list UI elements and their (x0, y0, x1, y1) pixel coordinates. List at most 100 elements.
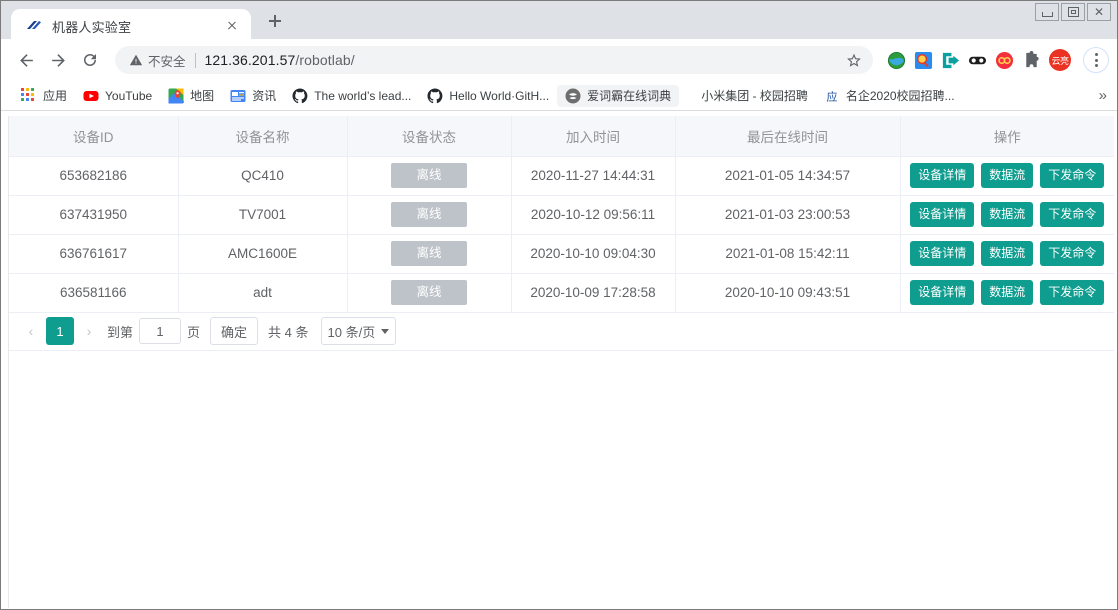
close-icon[interactable] (221, 15, 243, 37)
url-path: /robotlab/ (295, 52, 355, 68)
data-stream-button[interactable]: 数据流 (981, 280, 1034, 305)
cell-last-online: 2021-01-03 23:00:53 (675, 195, 901, 235)
bookmark-github-hello-world[interactable]: Hello World·GitH... (419, 85, 557, 107)
pagination-bar: ‹ 1 › 到第 页 确定 共 4 条 10 条/页 (9, 312, 1114, 351)
cell-operations: 设备详情 数据流 下发命令 (900, 273, 1114, 313)
apps-grid-icon (21, 87, 37, 104)
send-command-button[interactable]: 下发命令 (1040, 280, 1105, 305)
pagination-jump-prefix: 到第 (107, 324, 134, 340)
extensions-puzzle-icon[interactable] (1022, 50, 1041, 70)
data-stream-button[interactable]: 数据流 (981, 163, 1034, 188)
device-detail-button[interactable]: 设备详情 (910, 280, 975, 305)
column-header-last-online: 最后在线时间 (675, 116, 901, 157)
youtube-icon (83, 90, 99, 101)
globe-extension-icon[interactable] (887, 51, 906, 70)
new-tab-button[interactable] (261, 7, 289, 35)
maps-icon (168, 88, 185, 103)
table-row: 636761617 AMC1600E 离线 2020-10-10 09:04:30 20… (9, 234, 1114, 274)
iciba-icon (565, 88, 581, 103)
tab-title: 机器人实验室 (52, 19, 132, 35)
pagination-page-1[interactable]: 1 (46, 317, 74, 345)
page-content: 设备ID 设备名称 设备状态 加入时间 最后在线时间 操作 653682186 Q… (2, 116, 1116, 608)
table-body: 653682186 QC410 离线 2020-11-27 14:44:31 2021-… (9, 156, 1114, 313)
bookmark-star-icon[interactable] (841, 47, 867, 73)
bookmark-label: Hello World·GitH... (449, 88, 550, 103)
back-button[interactable] (11, 45, 41, 75)
device-table: 设备ID 设备名称 设备状态 加入时间 最后在线时间 操作 653682186 Q… (9, 116, 1114, 313)
column-header-device-status: 设备状态 (347, 116, 512, 157)
bookmark-label: 资讯 (252, 89, 277, 103)
cell-device-status: 离线 (347, 273, 512, 313)
minimize-button[interactable] (1035, 3, 1059, 21)
send-command-button[interactable]: 下发命令 (1040, 241, 1105, 266)
address-bar[interactable]: 不安全 121.36.201.57/robotlab/ (115, 46, 873, 74)
table-row: 637431950 TV7001 离线 2020-10-12 09:56:11 2021… (9, 195, 1114, 235)
github-icon (427, 87, 443, 103)
reload-button[interactable] (75, 45, 105, 75)
bookmark-label: YouTube (105, 88, 153, 103)
close-window-icon: ✕ (1093, 5, 1105, 19)
page-size-select[interactable]: 10 条/页 (320, 317, 397, 345)
export-arrow-extension-icon[interactable] (941, 51, 960, 70)
data-stream-button[interactable]: 数据流 (981, 241, 1034, 266)
bookmark-yingjiesheng[interactable]: 应 名企2020校园招聘... (816, 85, 963, 107)
pagination-next-button[interactable]: › (77, 318, 101, 344)
browser-menu-button[interactable] (1083, 47, 1109, 73)
menu-dot (1094, 63, 1098, 67)
send-command-button[interactable]: 下发命令 (1040, 202, 1105, 227)
cell-operations: 设备详情 数据流 下发命令 (900, 234, 1114, 274)
page-left-gutter (2, 116, 9, 608)
table-header-row: 设备ID 设备名称 设备状态 加入时间 最后在线时间 操作 (9, 116, 1114, 157)
status-badge: 离线 (391, 202, 467, 227)
cell-device-id: 653682186 (9, 156, 179, 196)
status-badge: 离线 (391, 241, 467, 266)
bookmark-iciba[interactable]: 爱词霸在线词典 (557, 84, 680, 107)
maximize-icon (1067, 7, 1079, 17)
bookmark-xiaomi-campus[interactable]: 小米集团 - 校园招聘 (693, 85, 816, 107)
pagination-confirm-button[interactable]: 确定 (210, 317, 259, 345)
bookmark-github-world[interactable]: The world’s lead... (284, 85, 419, 107)
bookmark-youtube[interactable]: YouTube (75, 85, 160, 107)
omnibox-divider (194, 52, 196, 68)
bookmark-maps[interactable]: 地图 (160, 85, 222, 107)
bookmark-label: 地图 (190, 89, 215, 103)
device-detail-button[interactable]: 设备详情 (910, 163, 975, 188)
send-command-button[interactable]: 下发命令 (1040, 163, 1105, 188)
bookmark-news[interactable]: 资讯 (222, 85, 284, 107)
pagination-jump-input[interactable] (139, 318, 182, 344)
status-badge: 离线 (391, 163, 467, 188)
cell-last-online: 2021-01-05 14:34:57 (675, 156, 901, 196)
forward-button[interactable] (43, 45, 73, 75)
maximize-button[interactable] (1061, 3, 1085, 21)
menu-dot (1094, 58, 1098, 62)
device-detail-button[interactable]: 设备详情 (910, 241, 975, 266)
browser-tab[interactable]: 机器人实验室 (11, 9, 251, 43)
cell-device-id: 637431950 (9, 195, 179, 235)
pagination-total-text: 共 4 条 (268, 324, 309, 340)
bookmark-apps[interactable]: 应用 (13, 85, 75, 107)
svg-text:应: 应 (826, 89, 837, 103)
data-stream-button[interactable]: 数据流 (981, 202, 1034, 227)
pagination-prev-button[interactable]: ‹ (19, 318, 43, 344)
search-magnifier-extension-icon[interactable] (914, 51, 933, 70)
bookmark-label: 名企2020校园招聘... (845, 89, 955, 103)
back-arrow-icon (19, 53, 33, 67)
close-window-button[interactable]: ✕ (1087, 3, 1111, 21)
column-header-join-time: 加入时间 (511, 116, 676, 157)
extension-icons: 云亮 (883, 47, 1109, 73)
cell-operations: 设备详情 数据流 下发命令 (900, 195, 1114, 235)
security-status-text: 不安全 (148, 54, 186, 69)
device-detail-button[interactable]: 设备详情 (910, 202, 975, 227)
profile-avatar[interactable]: 云亮 (1049, 49, 1071, 71)
tab-strip: 机器人实验室 (11, 1, 289, 43)
bookmark-label: 应用 (43, 89, 68, 103)
forward-arrow-icon (51, 53, 65, 67)
glasses-extension-icon[interactable] (968, 51, 987, 70)
cell-device-name: TV7001 (178, 195, 348, 235)
chevron-down-icon (381, 328, 390, 334)
star-icon (847, 53, 861, 67)
infinity-extension-icon[interactable] (995, 51, 1014, 70)
bookmarks-overflow-button[interactable]: » (1099, 88, 1107, 103)
url-text: 121.36.201.57/robotlab/ (205, 52, 355, 68)
cell-last-online: 2021-01-08 15:42:11 (675, 234, 901, 274)
